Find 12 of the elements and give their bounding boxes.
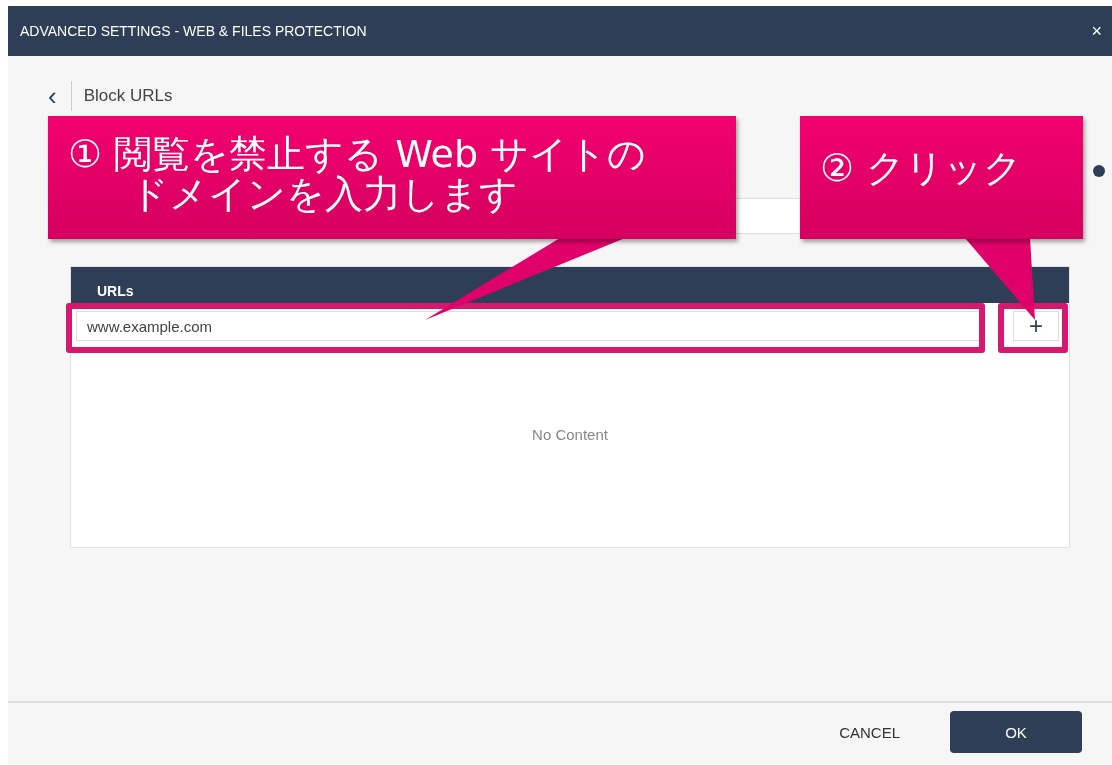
empty-message: No Content xyxy=(532,425,608,443)
callout-tooltip: ① 閲覧を禁止する Web サイトの ドメインを入力します xyxy=(48,116,736,239)
callout-tooltip: ② クリック xyxy=(800,116,1083,239)
window-title: ADVANCED SETTINGS - WEB & FILES PROTECTION xyxy=(20,23,367,39)
help-icon[interactable] xyxy=(1092,164,1106,178)
back-button[interactable]: ‹ xyxy=(40,81,72,111)
ok-button[interactable]: OK xyxy=(950,711,1082,753)
close-button[interactable]: × xyxy=(1087,20,1106,42)
page-title: Block URLs xyxy=(83,86,173,106)
cancel-button[interactable]: CANCEL xyxy=(833,722,906,742)
column-header: URLs xyxy=(97,283,134,299)
add-button[interactable]: + xyxy=(1013,311,1059,341)
